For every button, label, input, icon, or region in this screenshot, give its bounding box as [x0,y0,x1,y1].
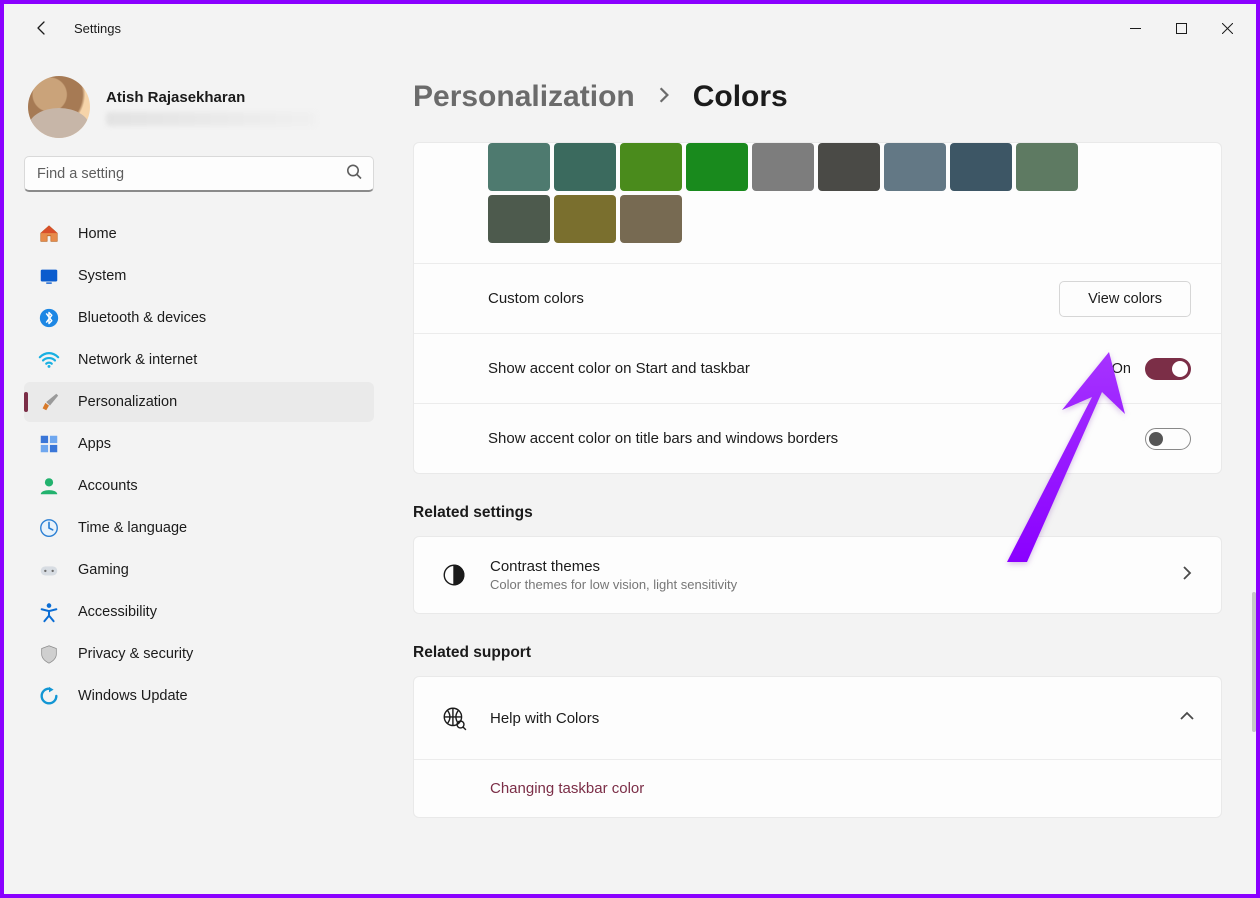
contrast-themes-row[interactable]: Contrast themes Color themes for low vis… [413,536,1222,614]
contrast-icon [440,561,468,589]
toggle-state-label: On [1112,361,1131,377]
color-swatch[interactable] [950,143,1012,191]
sidebar-item-label: Apps [78,436,111,452]
minimize-button[interactable] [1112,12,1158,44]
related-settings-heading: Related settings [413,504,1222,522]
sidebar-item-windows-update[interactable]: Windows Update [24,676,374,716]
sidebar-item-accessibility[interactable]: Accessibility [24,592,374,632]
color-swatch[interactable] [488,195,550,243]
accent-titlebar-label: Show accent color on title bars and wind… [488,430,1145,447]
profile-email-redacted [106,112,316,126]
paintbrush-icon [38,391,60,413]
shield-icon [38,643,60,665]
search-icon [346,164,362,185]
window-controls [1112,12,1250,44]
wifi-icon [38,349,60,371]
help-title: Help with Colors [490,710,1179,727]
avatar [28,76,90,138]
close-button[interactable] [1204,12,1250,44]
chevron-up-icon [1179,708,1195,729]
sidebar-item-system[interactable]: System [24,256,374,296]
page-title: Colors [693,80,788,114]
color-swatch[interactable] [752,143,814,191]
sidebar-item-accounts[interactable]: Accounts [24,466,374,506]
color-swatch[interactable] [818,143,880,191]
accessibility-icon [38,601,60,623]
bluetooth-icon [38,307,60,329]
accent-start-taskbar-row: Show accent color on Start and taskbar O… [414,333,1221,403]
color-swatch[interactable] [620,195,682,243]
update-icon [38,685,60,707]
sidebar-item-network[interactable]: Network & internet [24,340,374,380]
sidebar-item-home[interactable]: Home [24,214,374,254]
color-swatch[interactable] [1016,143,1078,191]
sidebar-item-gaming[interactable]: Gaming [24,550,374,590]
window-title: Settings [74,21,121,36]
maximize-button[interactable] [1158,12,1204,44]
accent-start-taskbar-label: Show accent color on Start and taskbar [488,360,1112,377]
view-colors-button[interactable]: View colors [1059,281,1191,317]
sidebar-item-personalization[interactable]: Personalization [24,382,374,422]
clock-globe-icon [38,517,60,539]
sidebar-item-label: Privacy & security [78,646,193,662]
breadcrumb: Personalization Colors [413,80,1222,114]
sidebar-item-label: Network & internet [78,352,197,368]
system-icon [38,265,60,287]
gaming-icon [38,559,60,581]
sidebar-item-label: Time & language [78,520,187,536]
sidebar-item-label: System [78,268,126,284]
accent-titlebar-row: Show accent color on title bars and wind… [414,403,1221,473]
chevron-right-icon [655,86,673,109]
color-swatch[interactable] [488,143,550,191]
accent-titlebar-toggle[interactable] [1145,428,1191,450]
related-support-heading: Related support [413,644,1222,662]
sidebar-item-label: Home [78,226,117,242]
titlebar: Settings [4,4,1256,52]
sidebar: Atish Rajasekharan Home System Bluetooth… [4,52,379,894]
custom-colors-label: Custom colors [488,290,1059,307]
accent-start-taskbar-toggle[interactable] [1145,358,1191,380]
sidebar-item-label: Gaming [78,562,129,578]
color-swatch[interactable] [554,195,616,243]
help-card: Help with Colors Changing taskbar color [413,676,1222,818]
sidebar-item-bluetooth[interactable]: Bluetooth & devices [24,298,374,338]
nav: Home System Bluetooth & devices Network … [24,214,374,716]
search-input[interactable] [24,156,374,192]
help-with-colors-header[interactable]: Help with Colors [414,677,1221,759]
contrast-themes-title: Contrast themes [490,558,1179,575]
sidebar-item-label: Windows Update [78,688,188,704]
profile-name: Atish Rajasekharan [106,89,316,106]
color-swatches [414,143,1221,263]
chevron-right-icon [1179,565,1195,586]
color-swatch[interactable] [686,143,748,191]
back-button[interactable] [28,14,56,42]
apps-icon [38,433,60,455]
custom-colors-row: Custom colors View colors [414,263,1221,333]
sidebar-item-time-language[interactable]: Time & language [24,508,374,548]
profile-block[interactable]: Atish Rajasekharan [24,72,379,156]
sidebar-item-apps[interactable]: Apps [24,424,374,464]
contrast-themes-sub: Color themes for low vision, light sensi… [490,577,1179,592]
help-link-row: Changing taskbar color [414,759,1221,817]
color-swatch[interactable] [620,143,682,191]
sidebar-item-label: Personalization [78,394,177,410]
globe-search-icon [440,704,468,732]
sidebar-item-label: Accounts [78,478,138,494]
scrollbar[interactable] [1252,592,1256,732]
sidebar-item-label: Accessibility [78,604,157,620]
color-swatch[interactable] [884,143,946,191]
main-content: Personalization Colors Custom colors Vie… [379,52,1256,894]
sidebar-item-label: Bluetooth & devices [78,310,206,326]
colors-card: Custom colors View colors Show accent co… [413,142,1222,474]
changing-taskbar-color-link[interactable]: Changing taskbar color [490,780,644,797]
accounts-icon [38,475,60,497]
breadcrumb-parent[interactable]: Personalization [413,80,635,114]
home-icon [38,223,60,245]
sidebar-item-privacy[interactable]: Privacy & security [24,634,374,674]
color-swatch[interactable] [554,143,616,191]
